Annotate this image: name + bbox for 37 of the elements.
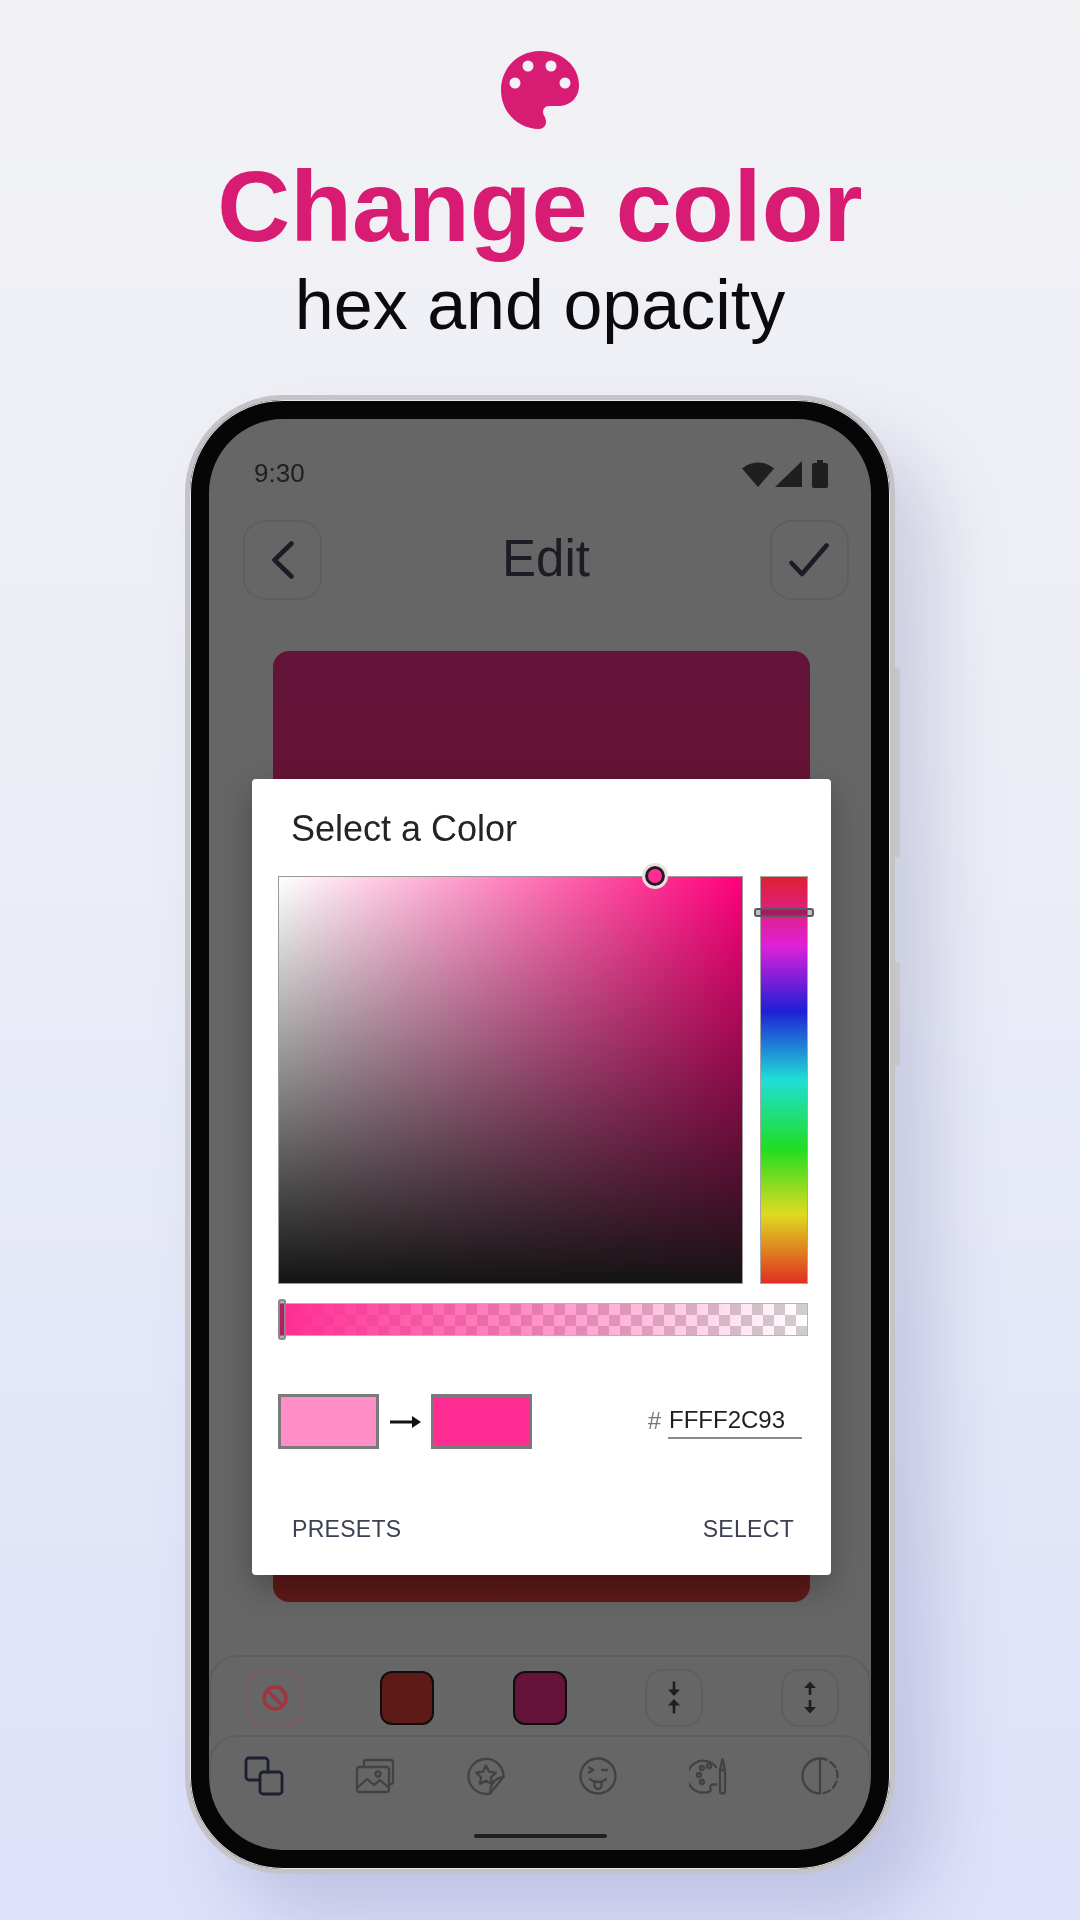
arrows-inward-icon [666,1681,681,1715]
right-arrow-icon [390,1415,421,1428]
layers-icon[interactable] [244,1755,284,1796]
opacity-slider[interactable] [278,1299,808,1341]
confirm-button[interactable] [770,519,849,600]
opacity-slider-handle[interactable] [278,1299,286,1341]
arrows-outward-icon [803,1681,817,1715]
presets-button[interactable]: PRESETS [278,1505,416,1554]
battery-icon [812,459,828,488]
signal-icon [775,460,802,487]
chevron-left-icon [271,540,294,579]
color-field-handle[interactable] [642,863,669,890]
headline: Change color [217,149,863,264]
no-color-button[interactable] [248,1670,302,1725]
check-icon [789,542,830,577]
contrast-icon[interactable] [799,1755,840,1796]
hex-prefix: # [647,1407,661,1437]
palette-icon [501,51,579,129]
expand-button[interactable] [781,1668,839,1727]
dialog-title: Select a Color [291,808,518,849]
prohibited-icon [262,1684,288,1711]
sticker-icon[interactable] [466,1755,507,1796]
color-swatch[interactable] [380,1670,435,1725]
status-time: 9:30 [254,458,305,489]
subheadline: hex and opacity [294,265,786,346]
palette-brush-icon[interactable] [688,1755,729,1796]
compress-button[interactable] [644,1668,703,1727]
wifi-icon [742,460,774,487]
screen-title: Edit [502,530,590,589]
hue-slider[interactable] [754,876,814,1285]
select-button[interactable]: SELECT [688,1505,808,1554]
saturation-brightness-field[interactable] [278,863,743,1285]
hue-slider-handle[interactable] [754,908,814,918]
emoji-icon[interactable] [577,1755,618,1796]
hex-input-field[interactable]: FFFF2C93 [668,1404,802,1439]
back-button[interactable] [243,519,322,600]
color-swatch[interactable] [512,1670,567,1725]
